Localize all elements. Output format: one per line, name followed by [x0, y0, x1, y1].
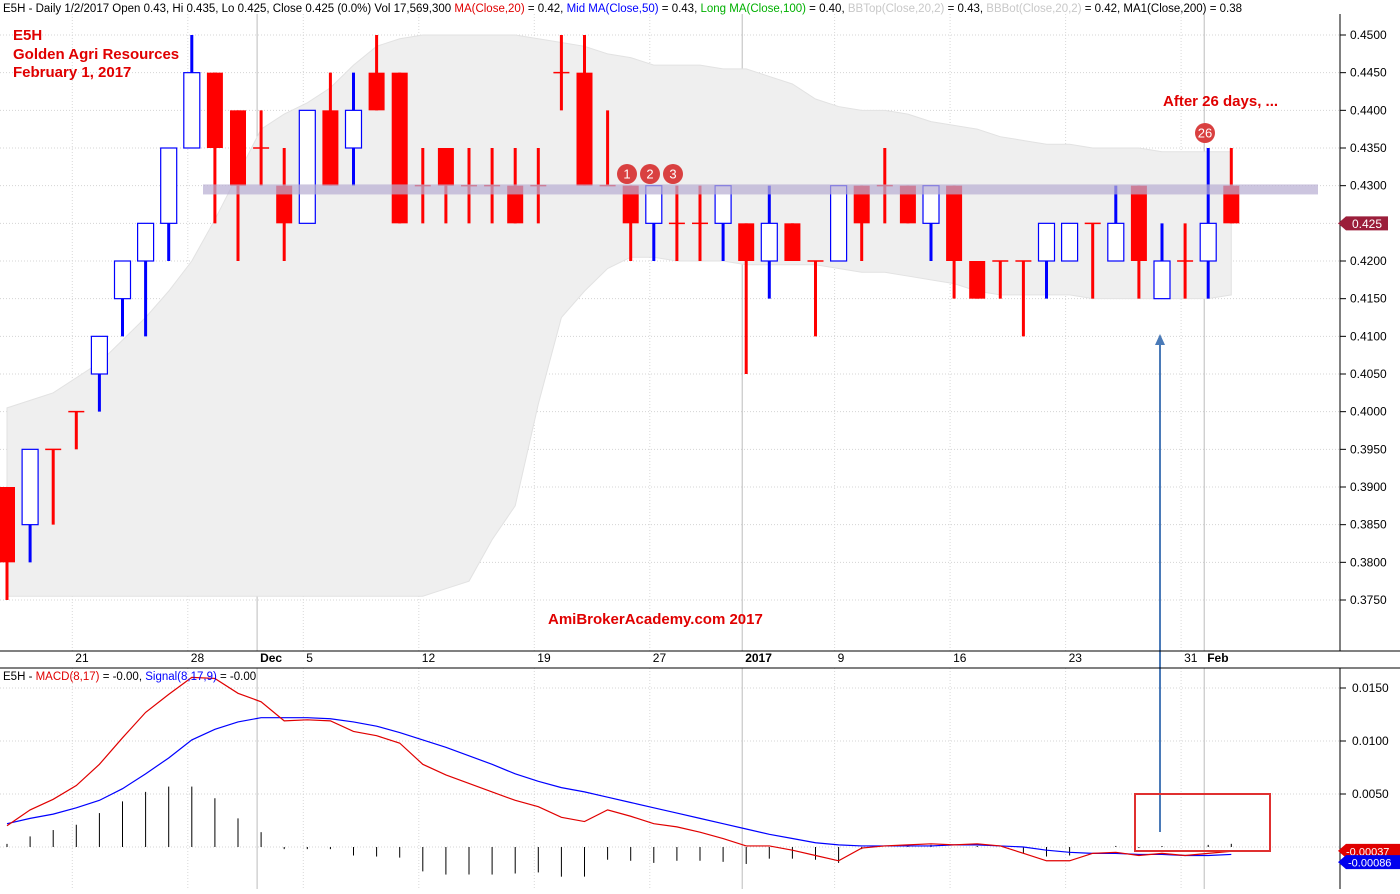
- ticker-title: E5H: [13, 27, 42, 44]
- price-pane-header-part: = 0.42, MA1(Close,200) = 0.38: [1082, 3, 1242, 15]
- date-title: February 1, 2017: [13, 64, 131, 81]
- macd-axis-label: 0.0050: [1352, 787, 1389, 801]
- candle-body-down: [969, 261, 986, 299]
- resistance-zone: [203, 184, 1318, 195]
- macd-pane-header: E5H - MACD(8,17) = -0.00, Signal(8,17,9)…: [3, 671, 256, 683]
- price-pane-header-part: Long MA(Close,100): [700, 3, 806, 15]
- price-pane-header-part: = 0.43,: [659, 3, 701, 15]
- price-axis-label: 0.4200: [1350, 254, 1387, 268]
- watermark-text: AmiBrokerAcademy.com 2017: [548, 611, 763, 628]
- count-marker-label: 3: [669, 167, 676, 182]
- chart-window: 1 2 3 26 0.3750 0.3800 0.3850 0.3900 0.3950 0.40…: [0, 0, 1400, 889]
- candle-body-down: [230, 110, 246, 186]
- candle-body-up: [1060, 222, 1079, 262]
- date-axis-label: 31: [1184, 651, 1198, 665]
- date-axis-label: 28: [191, 651, 205, 665]
- date-axis-label: 12: [422, 651, 436, 665]
- macd-pane-header-part: Signal(8,17,9): [145, 671, 217, 683]
- macd-pane-header-part: = -0.00,: [100, 671, 146, 683]
- date-axis-label: Feb: [1207, 651, 1228, 665]
- candle-body-up: [829, 185, 848, 262]
- macd-pane-header-part: MACD(8,17): [36, 671, 100, 683]
- price-axis-label: 0.4100: [1350, 329, 1387, 343]
- price-axis-label: 0.4400: [1350, 103, 1387, 117]
- candle-body-up: [1107, 222, 1125, 262]
- price-pane-header-part: BBBot(Close,20,2): [986, 3, 1081, 15]
- date-axis-label: 2017: [745, 651, 772, 665]
- price-pane-header-part: BBTop(Close,20,2): [848, 3, 945, 15]
- macd-axis-label: 0.0150: [1352, 681, 1389, 695]
- candle-body-down: [368, 72, 385, 111]
- candle-body-down: [576, 72, 593, 186]
- price-axis-label: 0.3750: [1350, 593, 1387, 607]
- candle-body-down: [437, 148, 454, 186]
- candle-body-up: [760, 222, 778, 262]
- candle-body-up: [160, 147, 178, 224]
- candle-body-up: [21, 448, 39, 526]
- price-axis-label: 0.4450: [1350, 66, 1387, 80]
- date-axis-label: 19: [537, 651, 551, 665]
- date-axis-label: 9: [838, 651, 845, 665]
- price-pane-header-part: MA(Close,20): [454, 3, 524, 15]
- candle-body-up: [1153, 260, 1171, 300]
- candle-body-up: [344, 109, 363, 149]
- price-pane-header-part: = 0.43,: [944, 3, 986, 15]
- candle-body-up: [90, 335, 109, 375]
- price-pane-header-part: Mid MA(Close,50): [567, 3, 659, 15]
- price-pane-header-part: = 0.40,: [806, 3, 848, 15]
- candle-body-down: [946, 185, 963, 261]
- count-marker-label: 1: [623, 167, 630, 182]
- price-axis-label: 0.4500: [1350, 28, 1387, 42]
- price-axis-label: 0.4050: [1350, 367, 1387, 381]
- signal-last-label: -0.00086: [1348, 858, 1391, 870]
- date-axis-label: Dec: [260, 651, 282, 665]
- candle-body-down: [738, 223, 755, 261]
- candle-body-down: [0, 487, 15, 563]
- date-axis-label: 16: [953, 651, 967, 665]
- candle-body-down: [322, 110, 339, 186]
- last-price-label: 0.425: [1352, 217, 1382, 231]
- candle-body-up: [113, 260, 132, 300]
- candle-body-up: [183, 72, 201, 149]
- price-axis-label: 0.4300: [1350, 179, 1387, 193]
- price-axis-label: 0.4000: [1350, 405, 1387, 419]
- macd-pane-header-part: = -0.00: [217, 671, 256, 683]
- candle-body-up: [1199, 222, 1217, 262]
- price-axis-label: 0.3800: [1350, 555, 1387, 569]
- price-axis-label: 0.4350: [1350, 141, 1387, 155]
- macd-axis-label: 0.0100: [1352, 734, 1389, 748]
- price-pane-header: E5H - Daily 1/2/2017 Open 0.43, Hi 0.435…: [3, 3, 1242, 15]
- date-axis-label: 23: [1069, 651, 1083, 665]
- count-marker-label: 2: [646, 167, 653, 182]
- candle-body-down: [784, 223, 801, 261]
- candle-body-down: [391, 72, 408, 224]
- candle-body-up: [298, 109, 316, 224]
- price-axis-label: 0.3850: [1350, 518, 1387, 532]
- candle-body-down: [1130, 185, 1147, 261]
- macd-pane-header-part: E5H -: [3, 671, 36, 683]
- price-pane-header-part: = 0.42,: [525, 3, 567, 15]
- price-axis-label: 0.3900: [1350, 480, 1387, 494]
- after-days-note: After 26 days, ...: [1163, 93, 1278, 110]
- candle-body-up: [137, 222, 155, 262]
- price-pane-header-part: E5H - Daily 1/2/2017 Open 0.43, Hi 0.435…: [3, 3, 454, 15]
- count-marker-label: 26: [1198, 126, 1212, 141]
- date-axis-label: 5: [306, 651, 313, 665]
- candle-body-up: [1037, 222, 1056, 262]
- price-axis-label: 0.4150: [1350, 292, 1387, 306]
- price-axis-label: 0.3950: [1350, 442, 1387, 456]
- candle-body-down: [206, 72, 223, 148]
- date-axis-label: 21: [75, 651, 89, 665]
- company-title: Golden Agri Resources: [13, 46, 179, 63]
- price-and-macd-chart: 1 2 326 0.37500.38000.38500.39000.39500.40…: [0, 0, 1400, 889]
- date-axis-label: 27: [653, 651, 667, 665]
